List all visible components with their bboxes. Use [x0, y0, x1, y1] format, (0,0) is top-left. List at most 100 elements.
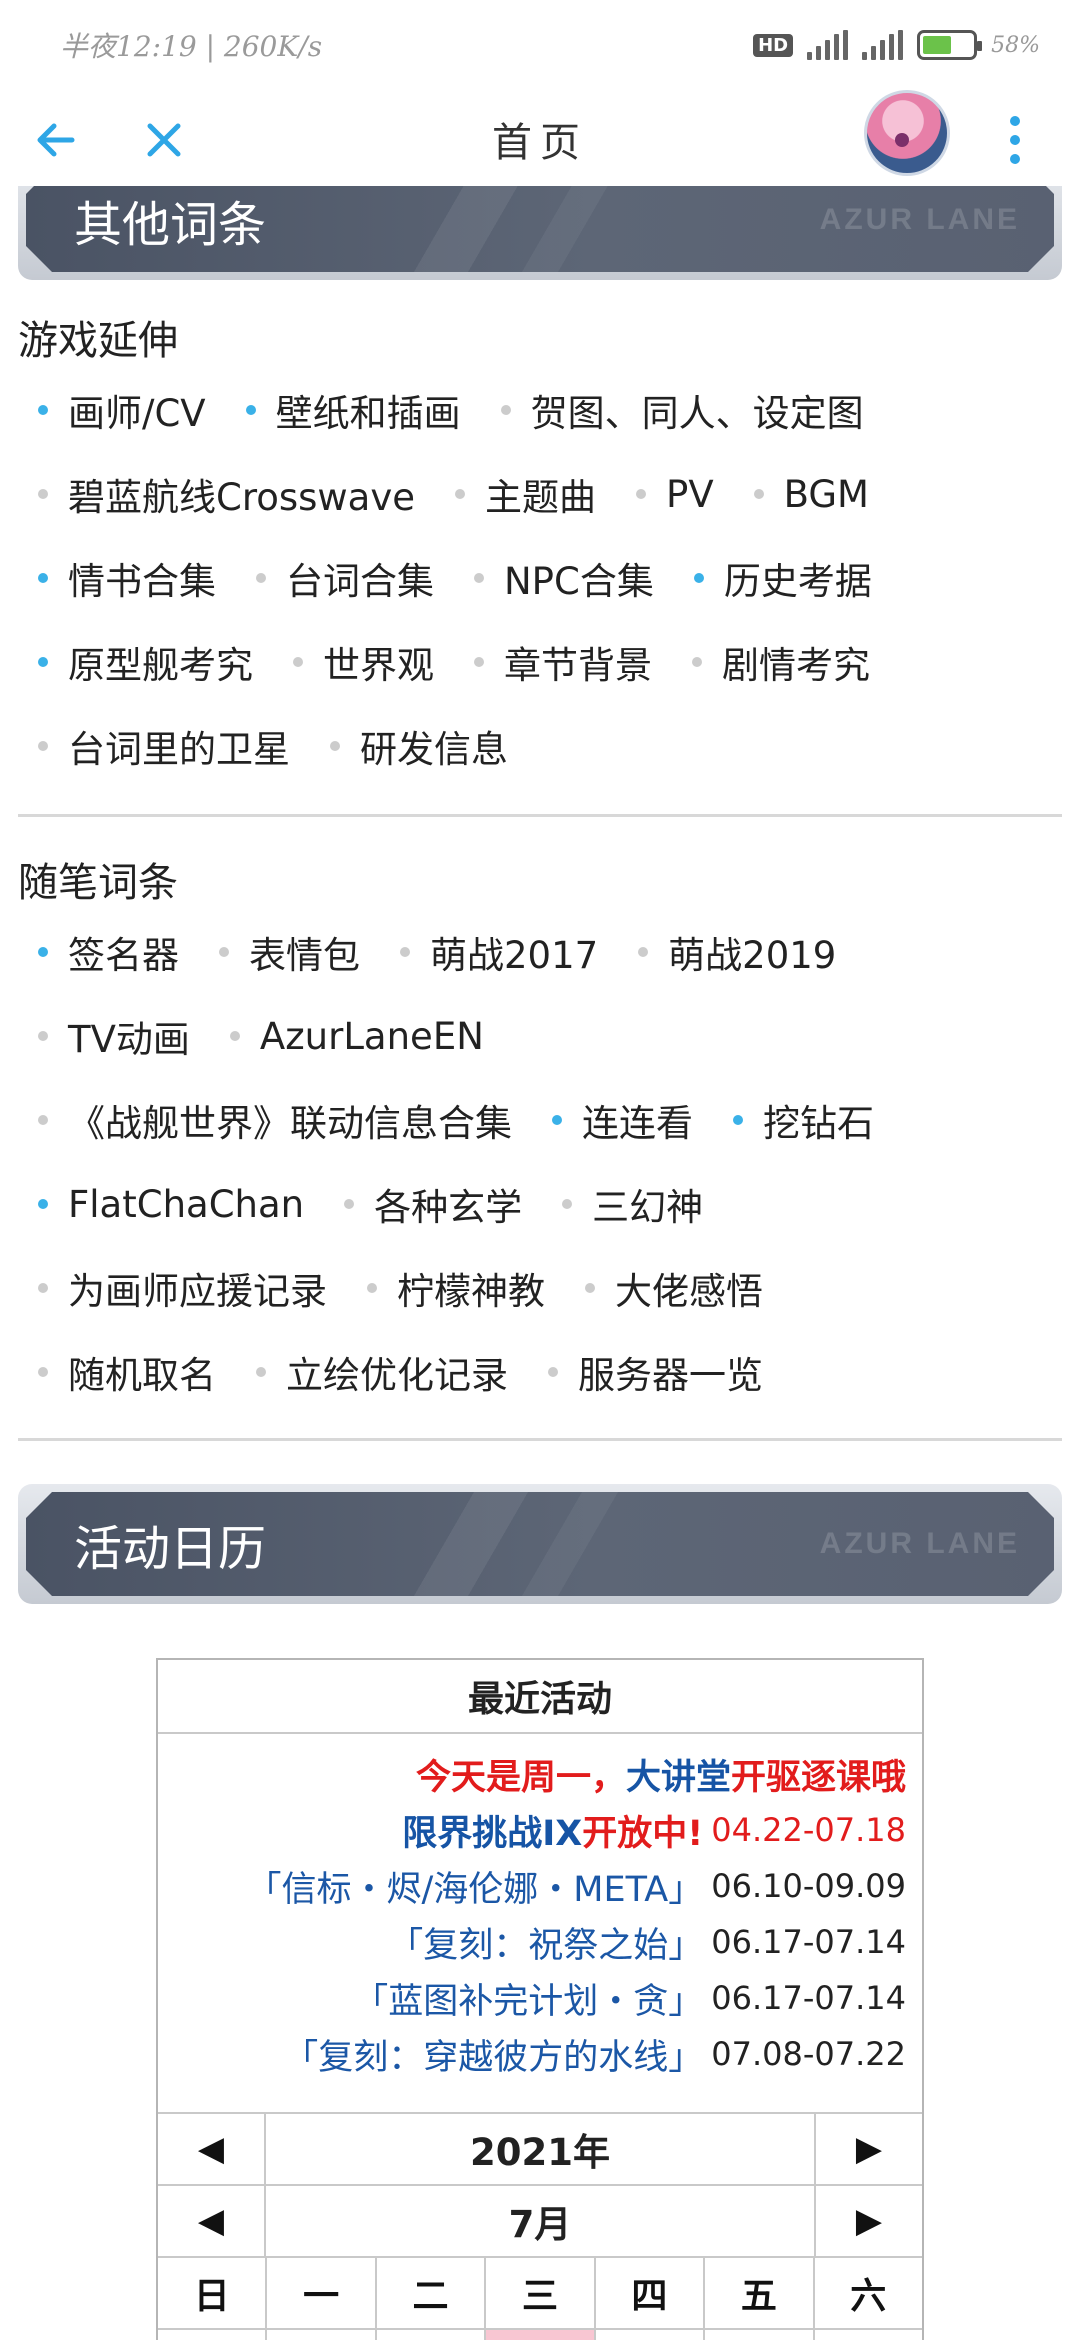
calendar-day-today[interactable] [486, 2330, 596, 2340]
entry-link[interactable]: 剧情考究 [692, 635, 870, 689]
entry-link[interactable]: 随机取名 [38, 1345, 216, 1399]
entry-link[interactable]: 主题曲 [455, 467, 596, 521]
bullet-icon [562, 1199, 573, 1209]
entry-link[interactable]: 世界观 [293, 635, 434, 689]
entry-link[interactable]: 画师/CV [38, 383, 206, 437]
status-time-speed: 半夜12:19 | 260K/s [60, 30, 323, 63]
entry-link-label: 贺图、同人、设定图 [530, 392, 864, 435]
event-link[interactable]: 「复刻：祝祭之始」 [388, 1917, 703, 1968]
entry-link[interactable]: 为画师应援记录 [38, 1261, 327, 1315]
next-year-button[interactable]: ▶ [814, 2114, 922, 2184]
entry-link[interactable]: 历史考据 [693, 551, 872, 605]
entry-link-label: 研发信息 [360, 728, 508, 771]
link-row: 台词里的卫星 研发信息 [38, 704, 1058, 788]
entry-link[interactable]: 签名器 [38, 925, 179, 979]
event-link[interactable]: 「复刻：穿越彼方的水线」 [283, 2029, 703, 2080]
entry-link[interactable]: 章节背景 [474, 635, 652, 689]
bullet-icon [693, 573, 704, 583]
entry-link[interactable]: 萌战2017 [400, 925, 598, 979]
bullet-icon [38, 1367, 48, 1377]
more-menu-button[interactable] [990, 100, 1040, 180]
page-content[interactable]: 其他词条 AZUR LANE 游戏延伸 画师/CV 壁纸和插画 贺图、同人、设定图碧… [0, 186, 1080, 2340]
event-date: 07.08-07.22 [711, 2035, 906, 2073]
entry-link[interactable]: TV动画 [38, 1009, 190, 1063]
bullet-icon [38, 1283, 48, 1293]
entry-link-label: 签名器 [68, 934, 179, 977]
bullet-icon [474, 657, 484, 667]
bullet-icon [500, 405, 511, 415]
essay-entries-links: 签名器 表情包 萌战2017 萌战2019 TV动画 AzurLaneEN 《战舰世界》联动… [38, 910, 1058, 1414]
entry-link[interactable]: 服务器一览 [548, 1345, 763, 1399]
entry-link-label: 剧情考究 [722, 644, 870, 687]
next-month-button[interactable]: ▶ [814, 2186, 922, 2256]
entry-link[interactable]: 碧蓝航线Crosswave [38, 467, 415, 521]
entry-link[interactable]: 贺图、同人、设定图 [500, 383, 864, 437]
entry-link[interactable]: 大佬感悟 [585, 1261, 763, 1315]
entry-link[interactable]: 研发信息 [330, 719, 508, 773]
prev-month-button[interactable]: ◀ [158, 2186, 266, 2256]
bullet-icon [293, 657, 303, 667]
bullet-icon [585, 1283, 595, 1293]
event-link[interactable]: 「信标・烬/海伦娜・META」 [247, 1861, 704, 1912]
weekday-thu: 四 [596, 2258, 706, 2328]
entry-link-label: 三幻神 [592, 1186, 704, 1229]
entry-link[interactable]: 柠檬神教 [367, 1261, 545, 1315]
entry-link[interactable]: 萌战2019 [638, 925, 836, 979]
avatar[interactable] [864, 90, 950, 176]
entry-link[interactable]: 三幻神 [562, 1177, 703, 1231]
event-line: 「复刻：祝祭之始」 06.17-07.14 [174, 1914, 906, 1970]
entry-link[interactable]: NPC合集 [474, 551, 654, 605]
bullet-icon [455, 489, 466, 499]
bullet-icon [219, 947, 229, 957]
calendar-day[interactable] [705, 2330, 815, 2340]
banner-other-entries: 其他词条 AZUR LANE [18, 186, 1062, 280]
calendar-day[interactable] [267, 2330, 377, 2340]
prev-year-button[interactable]: ◀ [158, 2114, 266, 2184]
event-link[interactable]: 「蓝图补完计划・贪」 [353, 1973, 703, 2024]
more-dot [1010, 116, 1020, 126]
entry-link-label: 各种玄学 [374, 1186, 523, 1229]
entry-link-label: 立绘优化记录 [286, 1354, 508, 1397]
limit-challenge-link[interactable]: 限界挑战IX [402, 1805, 582, 1856]
entry-link[interactable]: 各种玄学 [344, 1177, 522, 1231]
entry-link[interactable]: BGM [753, 473, 869, 516]
status-bar: 半夜12:19 | 260K/s HD 58% [0, 0, 1080, 90]
entry-link[interactable]: 原型舰考究 [38, 635, 253, 689]
section-heading-essay-entries: 随笔词条 [18, 860, 178, 906]
entry-link-label: PV [666, 472, 714, 516]
entry-link[interactable]: 表情包 [219, 925, 360, 979]
azur-lane-logo: AZUR LANE [819, 203, 1020, 236]
bullet-icon [367, 1283, 377, 1293]
entry-link-label: 《战舰世界》联动信息合集 [68, 1102, 512, 1145]
game-extension-links: 画师/CV 壁纸和插画 贺图、同人、设定图碧蓝航线Crosswave 主题曲 PV BGM… [38, 368, 1058, 788]
weekday-mon: 一 [267, 2258, 377, 2328]
entry-link[interactable]: 情书合集 [38, 551, 216, 605]
notice-part3: 开驱逐课哦 [730, 1757, 906, 1798]
entry-link[interactable]: 连连看 [552, 1093, 693, 1147]
entry-link[interactable]: 台词合集 [256, 551, 434, 605]
entry-link[interactable]: 台词里的卫星 [38, 719, 290, 773]
more-dot [1010, 154, 1020, 164]
entry-link-label: 柠檬神教 [397, 1270, 545, 1313]
bullet-icon [552, 1115, 562, 1125]
entry-link[interactable]: 立绘优化记录 [256, 1345, 508, 1399]
event-date: 06.17-07.14 [711, 1923, 906, 1961]
bullet-icon [256, 1367, 266, 1377]
calendar-day[interactable] [596, 2330, 706, 2340]
bullet-icon [692, 657, 702, 667]
entry-link[interactable]: FlatChaChan [38, 1183, 304, 1226]
link-row: FlatChaChan 各种玄学 三幻神 [38, 1162, 1058, 1246]
calendar-day[interactable] [158, 2330, 268, 2340]
entry-link[interactable]: PV [636, 473, 714, 516]
calendar-day[interactable] [815, 2330, 922, 2340]
bullet-icon [474, 573, 484, 583]
event-line: 「复刻：穿越彼方的水线」 07.08-07.22 [174, 2026, 906, 2082]
azur-lane-logo: AZUR LANE [819, 1527, 1020, 1560]
entry-link[interactable]: 壁纸和插画 [245, 383, 461, 437]
calendar-day[interactable] [377, 2330, 487, 2340]
entry-link[interactable]: 《战舰世界》联动信息合集 [38, 1093, 512, 1147]
entry-link[interactable]: AzurLaneEN [229, 1015, 484, 1058]
notice-part2[interactable]: 大讲堂 [626, 1749, 731, 1800]
entry-link-label: 台词合集 [286, 560, 434, 603]
entry-link[interactable]: 挖钻石 [733, 1093, 874, 1147]
